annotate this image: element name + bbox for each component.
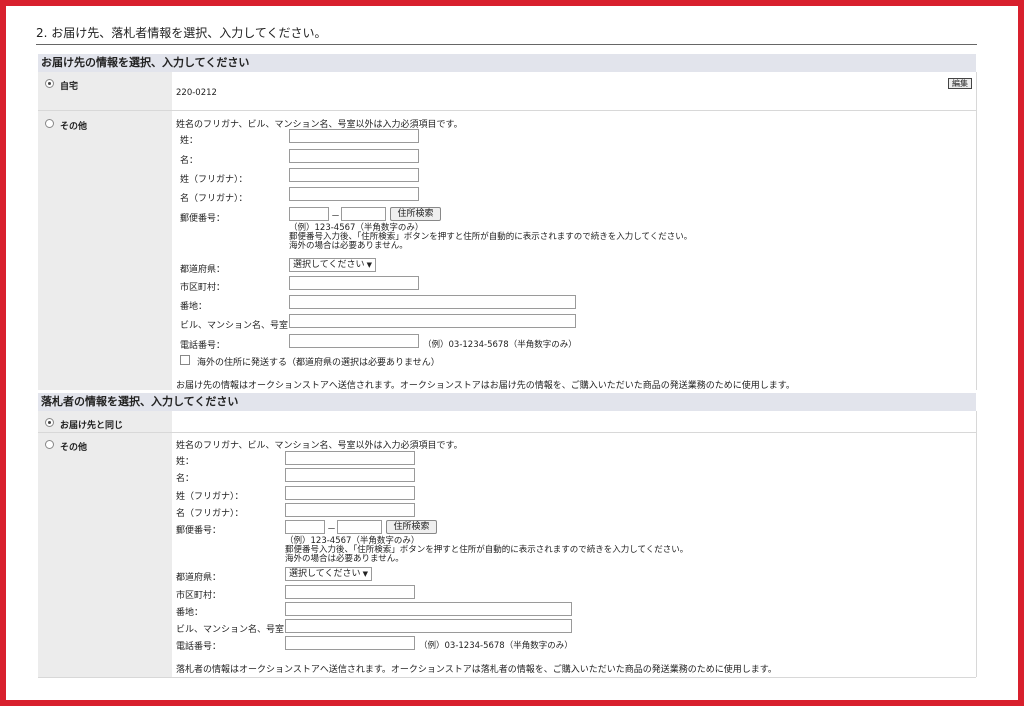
bidder-footer-note: 落札者の情報はオークションストアへ送信されます。オークションストアは落札者の情報…: [176, 665, 777, 675]
delivery-left-column: [38, 72, 172, 390]
bidder-postal-search-button[interactable]: 住所検索: [386, 520, 437, 534]
delivery-other-label: その他: [60, 122, 88, 132]
delivery-postal-second-input[interactable]: [341, 207, 386, 221]
bidder-last-name-input[interactable]: [285, 451, 415, 465]
bidder-prefecture-label: 都道府県：: [176, 573, 222, 583]
delivery-first-kana-label: 名（フリガナ）：: [180, 194, 248, 204]
bidder-street-label: 番地：: [176, 608, 204, 618]
bidder-city-input[interactable]: [285, 585, 415, 599]
delivery-other-radio[interactable]: [45, 119, 54, 128]
bidder-phone-label: 電話番号：: [176, 642, 222, 652]
bidder-prefecture-select-value: 選択してください: [289, 569, 361, 579]
delivery-prefecture-label: 都道府県：: [180, 265, 226, 275]
bidder-prefecture-select[interactable]: 選択してください ▼: [285, 567, 372, 581]
delivery-street-label: 番地：: [180, 302, 208, 312]
delivery-building-input[interactable]: [289, 314, 576, 328]
delivery-last-name-input[interactable]: [289, 129, 419, 143]
chevron-down-icon: ▼: [366, 261, 372, 269]
bidder-phone-hint: （例）03-1234-5678（半角数字のみ）: [419, 641, 573, 651]
delivery-postal-label: 郵便番号：: [180, 214, 226, 224]
bidder-postal-second-input[interactable]: [337, 520, 382, 534]
delivery-postal-first-input[interactable]: [289, 207, 329, 221]
bidder-same-radio[interactable]: [45, 418, 54, 427]
delivery-overseas-label: 海外の住所に発送する（都道府県の選択は必要ありません）: [197, 358, 440, 368]
delivery-city-input[interactable]: [289, 276, 419, 290]
delivery-building-label: ビル、マンション名、号室：: [180, 321, 298, 331]
bidder-city-label: 市区町村：: [176, 591, 222, 601]
delivery-last-name-label: 姓：: [180, 136, 199, 146]
title-divider: [36, 44, 977, 45]
bidder-building-label: ビル、マンション名、号室：: [176, 625, 294, 635]
delivery-phone-hint: （例）03-1234-5678（半角数字のみ）: [423, 340, 577, 350]
delivery-last-kana-input[interactable]: [289, 168, 419, 182]
bidder-left-column: [38, 411, 172, 677]
delivery-last-kana-label: 姓（フリガナ）：: [180, 175, 248, 185]
bidder-postal-hint-overseas: 海外の場合は必要ありません。: [285, 554, 404, 564]
bidder-street-input[interactable]: [285, 602, 572, 616]
bidder-row-divider: [38, 432, 976, 433]
delivery-postal-dash: －: [331, 212, 341, 222]
bidder-same-label: お届け先と同じ: [60, 421, 124, 431]
delivery-overseas-checkbox[interactable]: [180, 355, 190, 365]
delivery-prefecture-select-value: 選択してください: [293, 260, 365, 270]
bidder-first-kana-label: 名（フリガナ）：: [176, 509, 244, 519]
bidder-phone-input[interactable]: [285, 636, 415, 650]
delivery-phone-label: 電話番号：: [180, 341, 226, 351]
delivery-section-heading: お届け先の情報を選択、入力してください: [38, 54, 976, 72]
bidder-other-label: その他: [60, 443, 88, 453]
delivery-city-label: 市区町村：: [180, 283, 226, 293]
chevron-down-icon: ▼: [362, 570, 368, 578]
bidder-bottom-border: [38, 677, 976, 678]
bidder-last-kana-input[interactable]: [285, 486, 415, 500]
delivery-home-label: 自宅: [60, 82, 79, 92]
bidder-postal-first-input[interactable]: [285, 520, 325, 534]
delivery-footer-note: お届け先の情報はオークションストアへ送信されます。オークションストアはお届け先の…: [176, 381, 795, 391]
bidder-right-border: [976, 411, 977, 677]
delivery-home-edit-button[interactable]: 編集: [948, 78, 972, 89]
delivery-postal-search-button[interactable]: 住所検索: [390, 207, 441, 221]
delivery-street-input[interactable]: [289, 295, 576, 309]
bidder-first-name-label: 名：: [176, 474, 195, 484]
delivery-home-postal: 220-0212: [176, 88, 217, 98]
bidder-building-input[interactable]: [285, 619, 572, 633]
bidder-first-kana-input[interactable]: [285, 503, 415, 517]
delivery-phone-input[interactable]: [289, 334, 419, 348]
delivery-row-divider: [38, 110, 976, 111]
delivery-first-name-label: 名：: [180, 156, 199, 166]
bidder-postal-label: 郵便番号：: [176, 526, 222, 536]
bidder-last-name-label: 姓：: [176, 457, 195, 467]
delivery-postal-hint-overseas: 海外の場合は必要ありません。: [289, 241, 408, 251]
delivery-home-radio[interactable]: [45, 79, 54, 88]
bidder-required-note: 姓名のフリガナ、ビル、マンション名、号室以外は入力必須項目です。: [176, 441, 463, 451]
bidder-postal-dash: －: [327, 525, 337, 535]
delivery-right-border: [976, 72, 977, 390]
delivery-prefecture-select[interactable]: 選択してください ▼: [289, 258, 376, 272]
bidder-last-kana-label: 姓（フリガナ）：: [176, 492, 244, 502]
delivery-first-name-input[interactable]: [289, 149, 419, 163]
bidder-section-heading: 落札者の情報を選択、入力してください: [38, 393, 976, 411]
bidder-other-radio[interactable]: [45, 440, 54, 449]
bidder-first-name-input[interactable]: [285, 468, 415, 482]
delivery-first-kana-input[interactable]: [289, 187, 419, 201]
page-title: 2. お届け先、落札者情報を選択、入力してください。: [36, 26, 327, 40]
